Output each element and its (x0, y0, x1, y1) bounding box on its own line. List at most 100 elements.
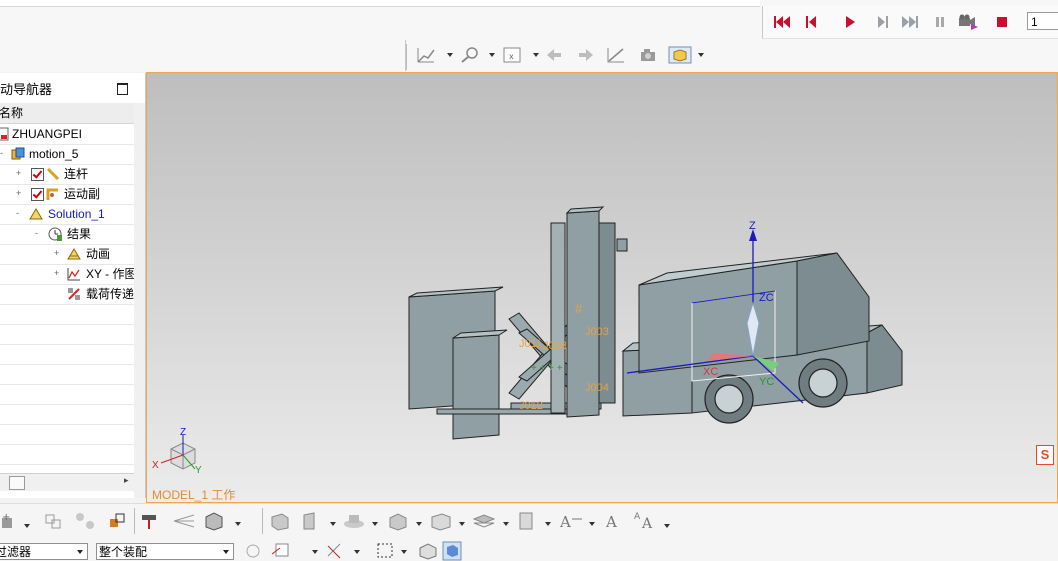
graphics-viewport[interactable]: Z ZC XC YC J011 J008 J003 J004 J012 # + … (146, 72, 1058, 503)
box-select-icon[interactable] (376, 542, 412, 560)
dropdown-caret[interactable] (533, 53, 539, 57)
tree-item-motion[interactable]: - motion_5 (0, 144, 134, 165)
tree-item-results[interactable]: - 结果 (0, 224, 134, 245)
reset-filter-icon[interactable] (244, 542, 262, 560)
cube-section-icon[interactable] (386, 511, 426, 531)
solution-icon (29, 208, 43, 220)
add-component-icon[interactable]: + (0, 512, 32, 532)
collapse-icon[interactable]: - (16, 209, 23, 218)
collapse-icon[interactable]: - (0, 149, 7, 158)
selection-scope-select[interactable]: 整个装配 (96, 543, 234, 560)
explode-icon[interactable] (172, 511, 196, 531)
motion-simulation-icon (11, 147, 25, 160)
model-work-label: MODEL_1 工作 (152, 488, 236, 502)
door-icon[interactable] (514, 511, 554, 531)
camera-icon[interactable] (638, 46, 658, 64)
text-style-icon[interactable]: A (602, 511, 626, 531)
assembly-file-icon (0, 127, 9, 141)
expand-icon[interactable]: + (54, 249, 61, 258)
box-icon[interactable] (428, 511, 468, 531)
tree-item-label: 载荷传递 (86, 287, 134, 301)
tree-item-joints[interactable]: + 运动副 (0, 184, 134, 205)
triad-x-label: X (152, 460, 159, 471)
navigator-title: 运动导航器 (0, 82, 53, 97)
navigator-column-header[interactable]: 名称 (0, 103, 134, 124)
step-forward-icon[interactable] (873, 14, 891, 30)
xy-graph-icon (67, 268, 80, 281)
shaded-cube-icon[interactable] (442, 541, 462, 561)
stop-icon[interactable] (993, 14, 1011, 30)
joints-checkbox[interactable] (31, 188, 44, 201)
search-tool-icon[interactable] (458, 46, 482, 64)
forklift-model[interactable]: Z ZC XC YC J011 J008 J003 J004 J012 # + … (147, 73, 1057, 502)
arrow-left-icon[interactable] (544, 46, 564, 64)
animation-frame-input[interactable]: 1 (1027, 12, 1058, 30)
tree-item-label: 运动副 (64, 187, 101, 201)
view-triad: Z X Y (152, 427, 202, 476)
joint-label: J004 (585, 382, 609, 394)
yc-axis-label: YC (759, 376, 774, 388)
measure-icon[interactable] (606, 46, 626, 64)
pause-icon[interactable] (931, 14, 949, 30)
animation-icon (67, 248, 81, 260)
drawing-view-icon[interactable] (268, 511, 292, 531)
tree-empty-row (0, 324, 134, 345)
layers-icon[interactable] (472, 511, 512, 531)
svg-text:#: # (575, 301, 583, 316)
tree-item-zhuangpei[interactable]: ZHUANGPEI (0, 124, 134, 145)
assembly-sequence-icon[interactable] (204, 511, 244, 531)
constraint-icon[interactable] (42, 511, 66, 531)
record-animation-icon[interactable] (957, 14, 979, 30)
vehicle-body[interactable] (621, 252, 903, 417)
triad-y-label: Y (195, 465, 202, 476)
arrow-right-icon[interactable] (576, 46, 596, 64)
selection-bar: 过滤器 整个装配 (0, 540, 1058, 561)
zc-axis-label: ZC (759, 292, 774, 304)
dropdown-caret[interactable] (489, 53, 495, 57)
expand-icon[interactable]: + (16, 189, 23, 198)
tree-item-label: XY - 作图 (86, 267, 134, 281)
step-back-icon[interactable] (803, 14, 821, 30)
view-toolbar: x (405, 40, 708, 71)
fit-view-icon[interactable]: x (502, 46, 522, 64)
fork-front-plate[interactable] (452, 334, 500, 440)
tree-item-xy-graph[interactable]: + XY - 作图 (0, 264, 134, 285)
horizontal-scrollbar[interactable]: ▸ (0, 473, 134, 491)
rewind-to-start-icon[interactable] (773, 14, 791, 30)
section-view-icon[interactable] (300, 511, 340, 531)
svg-text:A: A (634, 512, 641, 522)
ime-s-icon[interactable]: S (1036, 445, 1054, 465)
intersection-icon[interactable] (326, 542, 366, 560)
mirror-icon[interactable] (106, 511, 130, 531)
move-component-icon[interactable] (140, 511, 164, 531)
fast-forward-icon[interactable] (901, 14, 919, 30)
text-annotation-icon[interactable]: A (558, 511, 598, 531)
tree-item-load-transfer[interactable]: 载荷传递 (0, 284, 134, 305)
text-scale-icon[interactable]: AA (632, 509, 674, 531)
play-icon[interactable] (841, 14, 859, 30)
hat-view-icon[interactable] (342, 511, 382, 531)
links-checkbox[interactable] (31, 168, 44, 181)
tree-item-animation[interactable]: + 动画 (0, 244, 134, 265)
pattern-icon[interactable] (74, 511, 98, 531)
maximize-icon[interactable] (117, 83, 128, 95)
svg-text:A: A (641, 516, 653, 531)
type-filter-value: 过滤器 (0, 545, 32, 559)
expand-icon[interactable]: + (54, 269, 61, 278)
snap-point-icon[interactable] (270, 542, 320, 560)
dropdown-caret[interactable] (698, 53, 704, 57)
graph-icon[interactable] (416, 46, 436, 64)
tree-item-links[interactable]: + 连杆 (0, 164, 134, 185)
wireframe-icon[interactable] (418, 542, 438, 560)
shaded-view-icon[interactable] (668, 46, 692, 64)
type-filter-select[interactable]: 过滤器 (0, 543, 88, 560)
dropdown-caret[interactable] (447, 53, 453, 57)
tree-empty-row (0, 364, 134, 385)
collapse-icon[interactable]: - (35, 229, 42, 238)
vertical-scrollbar[interactable] (134, 103, 145, 498)
scrollbar-thumb[interactable] (9, 476, 25, 490)
scroll-right-icon[interactable]: ▸ (124, 475, 129, 486)
toolbar-separator (262, 508, 263, 534)
tree-item-solution[interactable]: - Solution_1 (0, 204, 134, 225)
expand-icon[interactable]: + (16, 169, 23, 178)
